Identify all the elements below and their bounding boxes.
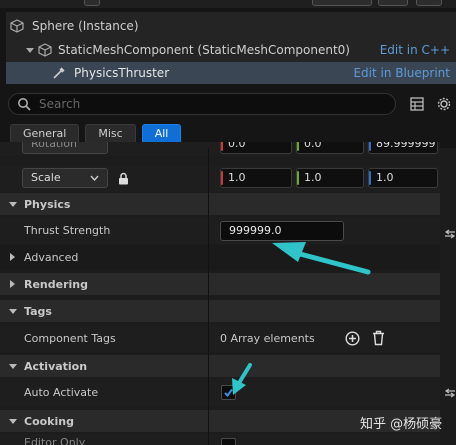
annotation-arrow-checkbox [232, 363, 252, 395]
annotation-overlay [232, 242, 371, 395]
annotation-arrow-thrust [272, 242, 371, 275]
watermark: 知乎 @杨硕豪 [360, 417, 443, 432]
